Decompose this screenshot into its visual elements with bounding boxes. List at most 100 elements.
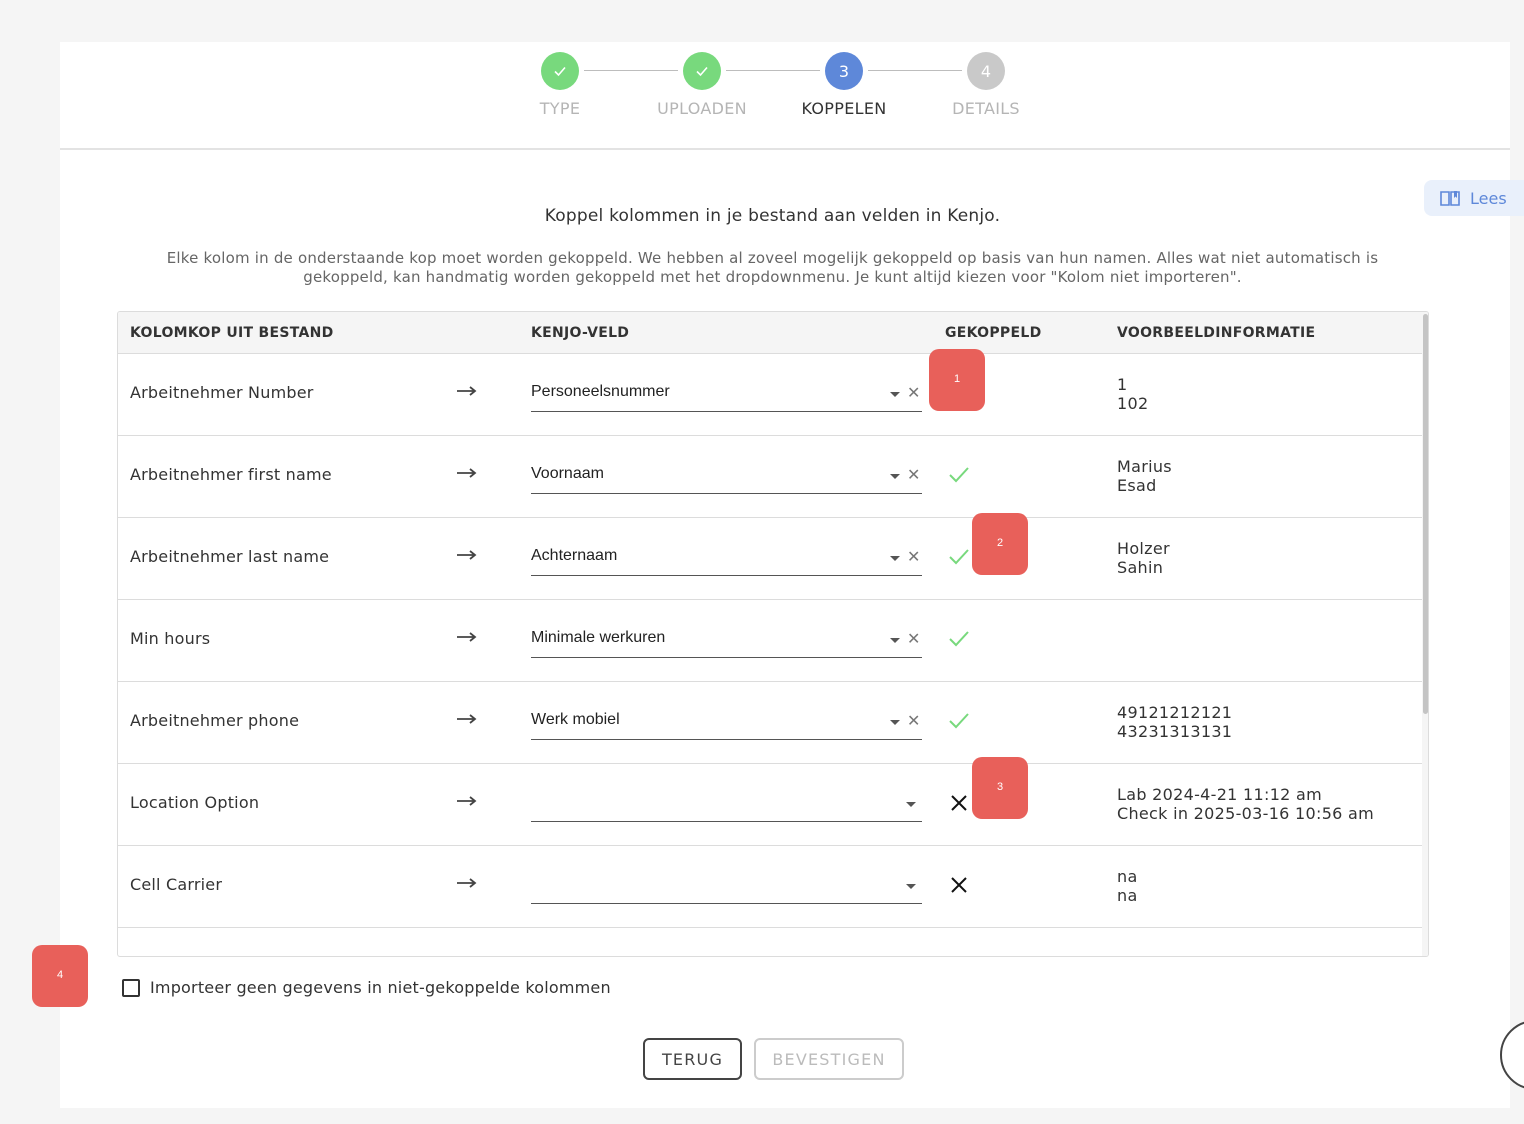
step-koppelen: 3 KOPPELEN [784,52,904,118]
arrow-right-icon [457,386,477,396]
example-line: na [1117,886,1138,905]
example-line: Lab 2024-4-21 11:12 am [1117,785,1323,804]
example-line: na [1117,867,1138,886]
check-icon [541,52,579,90]
step-number: 3 [825,52,863,90]
divider [60,148,1510,150]
header-field: KENJO-VELD [531,325,630,341]
cross-icon [951,877,967,893]
field-select[interactable]: Achternaam ✕ [531,538,922,576]
annotation-marker: 4 [32,945,88,1007]
check-icon [949,467,969,483]
clear-icon[interactable]: ✕ [907,547,920,566]
table-header: KOLOMKOP UIT BESTAND KENJO-VELD GEKOPPEL… [118,312,1422,354]
step-label: DETAILS [952,99,1020,118]
example-line: 102 [1117,394,1149,413]
field-select[interactable]: Voornaam ✕ [531,456,922,494]
table-row: Arbeitnehmer Number Personeelsnummer ✕ 1… [118,354,1422,436]
back-button[interactable]: TERUG [643,1038,742,1080]
example-line: Check in 2025-03-16 10:56 am [1117,804,1375,823]
stepper: TYPE UPLOADEN 3 KOPPELEN 4 DETAILS [60,42,1510,148]
example-info: 49121212121 43231313131 [1117,703,1232,741]
example-line: Esad [1117,476,1157,495]
clear-icon[interactable]: ✕ [907,383,920,402]
example-info: Marius Esad [1117,457,1172,495]
scrollbar-thumb[interactable] [1423,314,1428,714]
skip-unmapped-label: Importeer geen gegevens in niet-gekoppel… [150,978,611,997]
example-line: Holzer [1117,539,1170,558]
header-example: VOORBEELDINFORMATIE [1117,325,1316,341]
caret-down-icon [906,884,916,889]
step-label: KOPPELEN [801,99,887,118]
table-scrollbar[interactable] [1422,312,1428,956]
caret-down-icon [890,638,900,643]
example-info: Holzer Sahin [1117,539,1170,577]
caret-down-icon [890,392,900,397]
check-icon [683,52,721,90]
example-line: Sahin [1117,558,1164,577]
source-column-name: Min hours [130,629,211,648]
check-icon [949,713,969,729]
clear-icon[interactable]: ✕ [907,465,920,484]
source-column-name: Arbeitnehmer first name [130,465,332,484]
step-number: 4 [967,52,1005,90]
example-line: 1 [1117,375,1128,394]
confirm-button[interactable]: BEVESTIGEN [754,1038,904,1080]
table-row: Cell Carrier na na [118,846,1422,928]
step-label: TYPE [539,99,581,118]
example-info: na na [1117,867,1138,905]
field-select[interactable]: Werk mobiel ✕ [531,702,922,740]
table-row: Arbeitnehmer first name Voornaam ✕ Mariu… [118,436,1422,518]
clear-icon[interactable]: ✕ [907,711,920,730]
mapping-table: KOLOMKOP UIT BESTAND KENJO-VELD GEKOPPEL… [117,311,1429,957]
cross-icon [951,795,967,811]
import-panel: TYPE UPLOADEN 3 KOPPELEN 4 DETAILS Lees … [60,42,1524,1108]
check-icon [949,549,969,565]
table-row: Min hours Minimale werkuren ✕ [118,600,1422,682]
caret-down-icon [890,556,900,561]
field-select-value: Voornaam [531,465,604,482]
field-select-value: Achternaam [531,547,618,564]
field-select-value: Personeelsnummer [531,383,670,400]
header-column: KOLOMKOP UIT BESTAND [130,325,334,341]
step-label: UPLOADEN [657,99,747,118]
check-icon [949,631,969,647]
example-line: 43231313131 [1117,722,1233,741]
field-select[interactable]: Personeelsnummer ✕ [531,374,922,412]
table-row: Location Option Lab 2024-4-21 11:12 am C… [118,764,1422,846]
source-column-name: Arbeitnehmer Number [130,383,314,402]
arrow-right-icon [457,878,477,888]
field-select-value: Minimale werkuren [531,629,666,646]
field-select[interactable]: Minimale werkuren ✕ [531,620,922,658]
skip-unmapped-checkbox[interactable] [122,978,140,997]
caret-down-icon [890,720,900,725]
read-help-label: Lees [1470,188,1507,208]
arrow-right-icon [457,714,477,724]
step-details: 4 DETAILS [926,52,1046,118]
field-select[interactable] [531,784,922,822]
table-row: Arbeitnehmer phone Werk mobiel ✕ 4912121… [118,682,1422,764]
caret-down-icon [906,802,916,807]
source-column-name: Cell Carrier [130,875,223,894]
book-icon [1440,191,1460,206]
example-info: Lab 2024-4-21 11:12 am Check in 2025-03-… [1117,785,1374,823]
caret-down-icon [890,474,900,479]
example-line: 49121212121 [1117,703,1233,722]
step-type: TYPE [500,52,620,118]
annotation-marker: 1 [929,349,985,411]
header-mapped: GEKOPPELD [945,325,1042,341]
clear-icon[interactable]: ✕ [907,629,920,648]
arrow-right-icon [457,632,477,642]
field-select[interactable] [531,866,922,904]
annotation-marker: 2 [972,513,1028,575]
intro-text: Elke kolom in de onderstaande kop moet w… [166,249,1379,286]
example-line: Marius [1117,457,1172,476]
field-select-value: Werk mobiel [531,711,620,728]
annotation-marker: 3 [972,757,1028,819]
source-column-name: Arbeitnehmer last name [130,547,330,566]
source-column-name: Location Option [130,793,260,812]
skip-unmapped-option[interactable]: Importeer geen gegevens in niet-gekoppel… [122,978,611,997]
arrow-right-icon [457,468,477,478]
page-heading: Koppel kolommen in je bestand aan velden… [544,206,1001,226]
arrow-right-icon [457,796,477,806]
